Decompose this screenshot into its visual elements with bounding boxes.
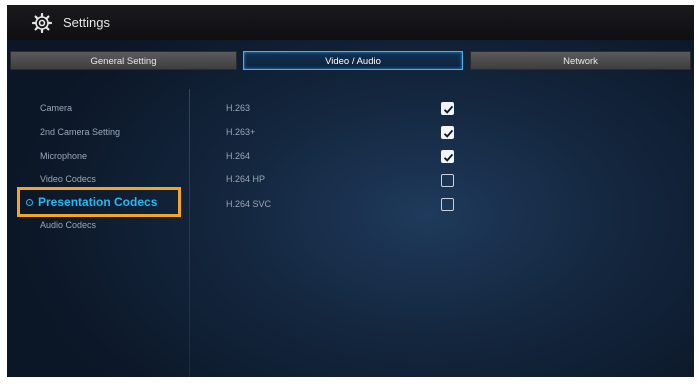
window-title: Settings	[63, 15, 110, 30]
selected-indicator-icon	[26, 198, 33, 206]
checkmark-icon	[443, 153, 454, 162]
sidebar-item-2nd-camera-setting[interactable]: 2nd Camera Setting	[40, 127, 120, 137]
checkbox-h264-svc[interactable]	[441, 198, 454, 211]
sidebar-item-presentation-codecs[interactable]: Presentation Codecs	[17, 187, 181, 217]
tab-bar: General Setting Video / Audio Network	[7, 51, 694, 71]
tab-video-audio[interactable]: Video / Audio	[243, 51, 463, 70]
codec-label-h264-svc: H.264 SVC	[226, 199, 272, 209]
checkbox-h263[interactable]	[441, 102, 454, 115]
codec-label-h263: H.263	[226, 103, 251, 113]
sidebar-item-audio-codecs[interactable]: Audio Codecs	[40, 220, 96, 230]
gear-icon	[31, 12, 53, 34]
codec-label-h263-plus: H.263+	[226, 127, 256, 137]
checkbox-h264[interactable]	[441, 150, 454, 163]
checkmark-icon	[443, 105, 454, 114]
codec-label-h264: H.264	[226, 151, 251, 161]
tab-general-setting[interactable]: General Setting	[10, 51, 237, 70]
sidebar-divider	[189, 89, 190, 377]
sidebar-item-microphone[interactable]: Microphone	[40, 151, 87, 161]
sidebar-item-video-codecs[interactable]: Video Codecs	[40, 174, 96, 184]
checkbox-h263-plus[interactable]	[441, 126, 454, 139]
sidebar-item-camera[interactable]: Camera	[40, 103, 72, 113]
checkmark-icon	[443, 129, 454, 138]
checkbox-h264-hp[interactable]	[441, 174, 454, 187]
settings-screen: Settings General Setting Video / Audio N…	[7, 5, 694, 377]
tab-network[interactable]: Network	[470, 51, 691, 70]
sidebar-item-label: Presentation Codecs	[38, 195, 158, 209]
title-bar: Settings	[7, 5, 694, 40]
codec-label-h264-hp: H.264 HP	[226, 174, 266, 184]
